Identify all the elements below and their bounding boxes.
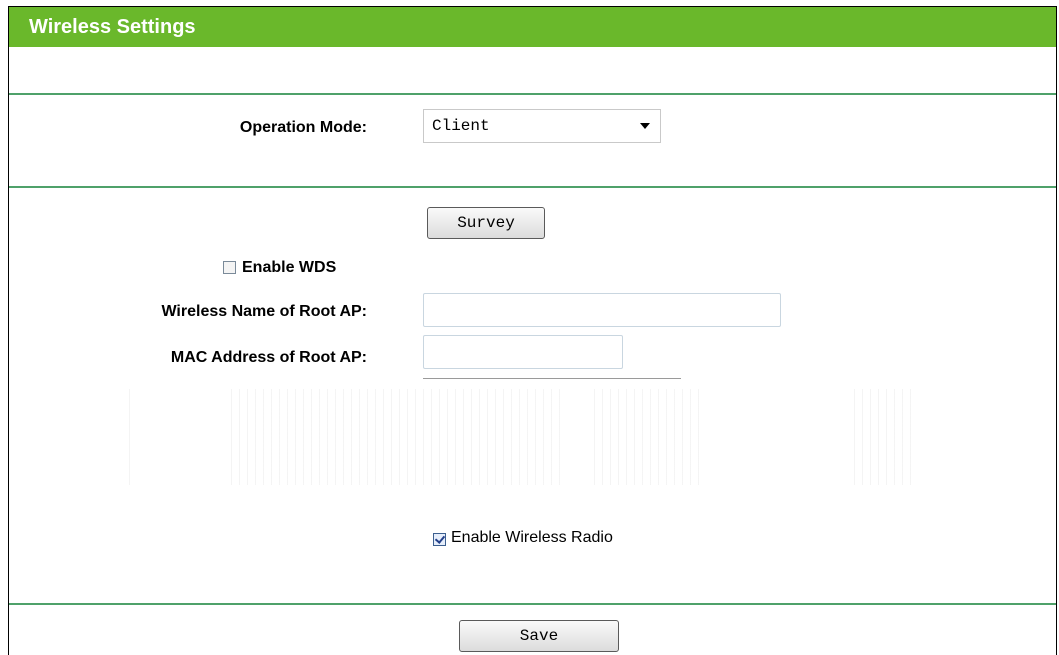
faded-background-pattern (231, 389, 561, 485)
chevron-down-icon (640, 123, 650, 129)
root-ap-mac-label: MAC Address of Root AP: (170, 349, 367, 366)
enable-wireless-radio-checkbox[interactable] (433, 533, 446, 546)
survey-button[interactable]: Survey (427, 207, 545, 239)
root-ap-mac-input[interactable] (423, 335, 623, 369)
root-ap-name-input[interactable] (423, 293, 781, 327)
divider (9, 93, 1056, 95)
save-button[interactable]: Save (459, 620, 619, 652)
divider (9, 603, 1056, 605)
wireless-settings-panel: Wireless Settings Operation Mode: Client… (8, 6, 1057, 655)
enable-wds-checkbox[interactable] (223, 261, 236, 274)
faded-background-pattern (129, 389, 137, 485)
page-title: Wireless Settings (9, 7, 1056, 47)
divider (9, 186, 1056, 188)
faded-background-pattern (594, 389, 704, 485)
operation-mode-label: Operation Mode: (239, 119, 367, 136)
faded-background-pattern (854, 389, 914, 485)
root-ap-name-label: Wireless Name of Root AP: (161, 303, 367, 320)
operation-mode-value: Client (432, 117, 490, 135)
operation-mode-select[interactable]: Client (423, 109, 661, 143)
field-underline (423, 378, 681, 379)
enable-wds-label: Enable WDS (242, 259, 337, 276)
enable-wireless-radio-label: Enable Wireless Radio (451, 529, 613, 546)
